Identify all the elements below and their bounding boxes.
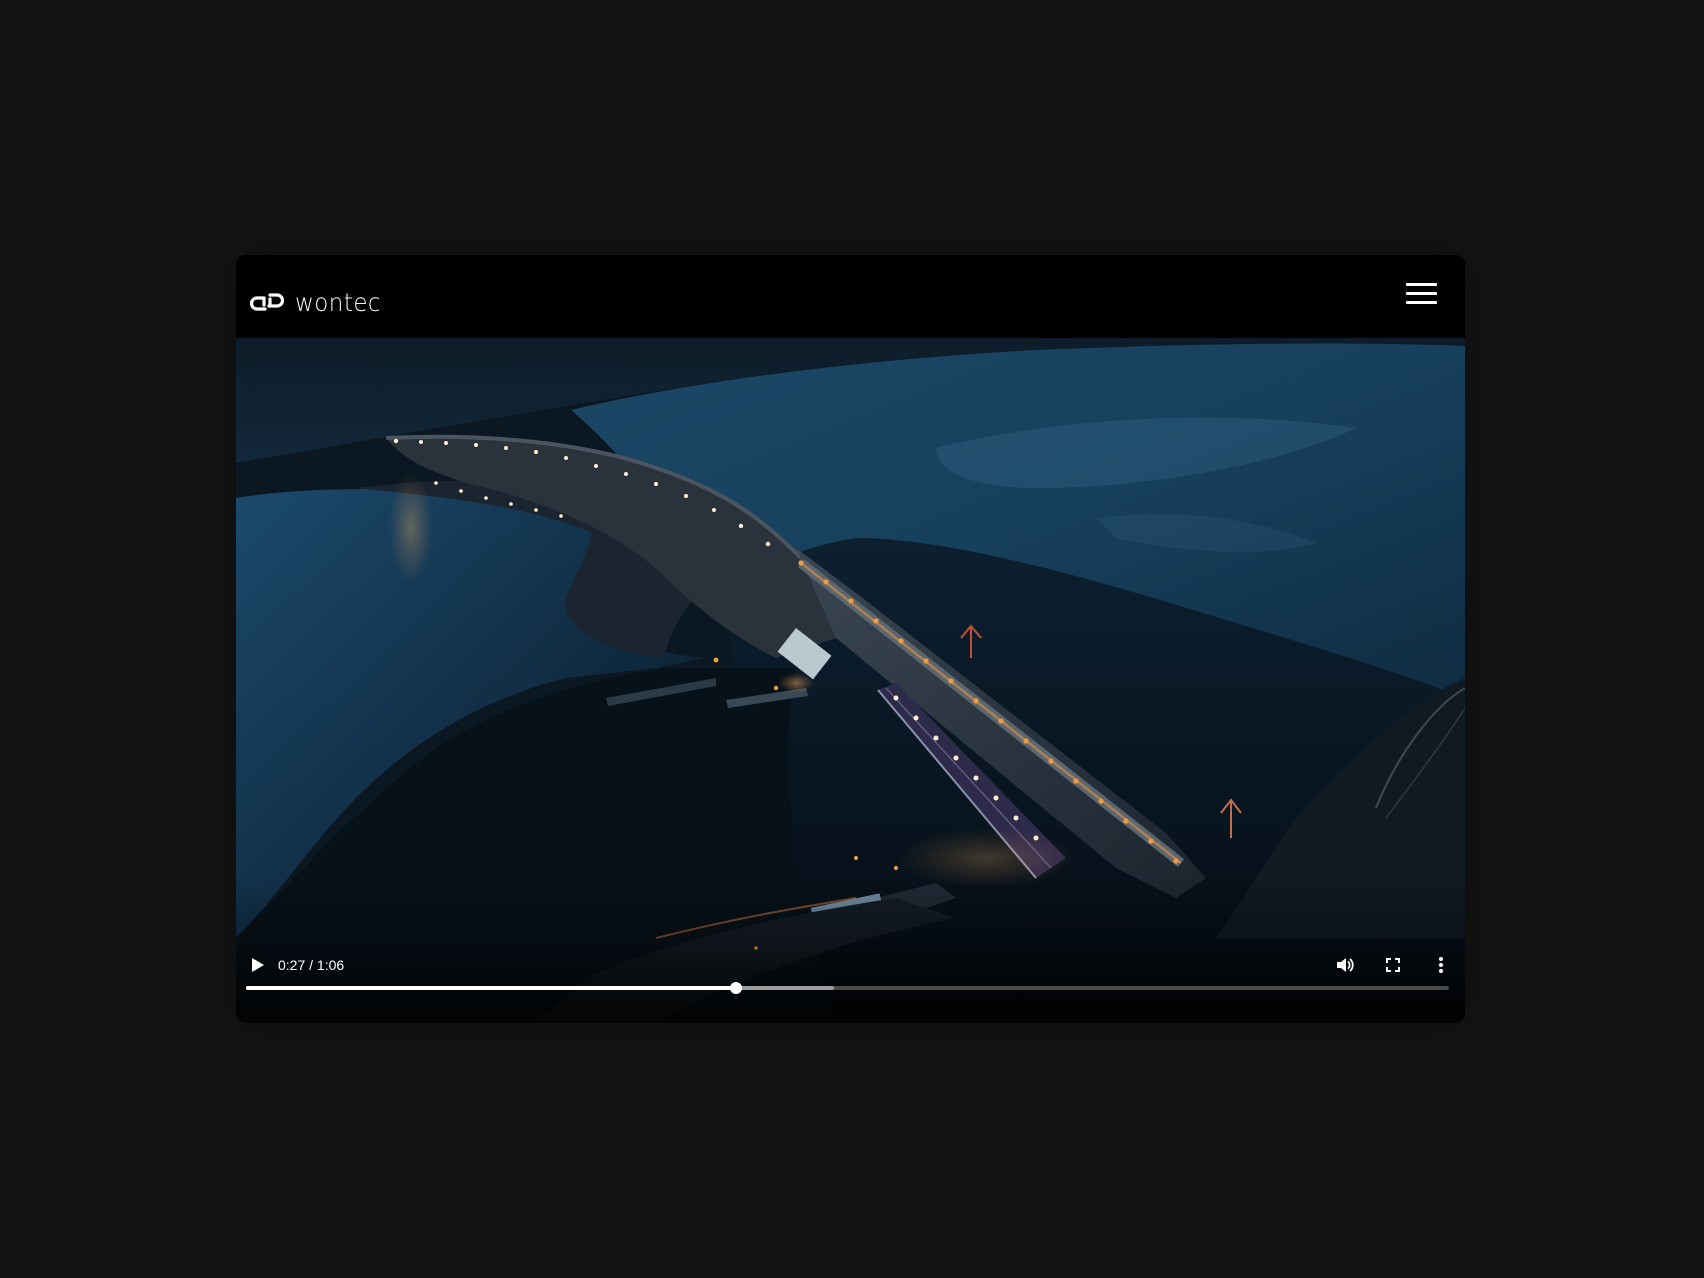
more-options-icon[interactable] [1430,954,1452,976]
hamburger-menu-icon[interactable] [1406,281,1437,307]
time-separator: / [305,957,317,973]
duration: 1:06 [316,957,345,973]
video-player[interactable]: 0:27 / 1:06 [236,338,1465,1023]
chain-link-logo-icon [249,293,285,311]
brand-logo[interactable]: wontec [248,282,389,322]
site-header: wontec [236,255,1465,338]
fullscreen-icon[interactable] [1382,954,1404,976]
play-icon[interactable] [246,954,268,976]
progress-bar[interactable] [246,982,1449,994]
dam-video-frame [236,338,1465,1023]
brand-name: wontec [295,287,382,317]
progress-thumb[interactable] [729,982,742,994]
progress-played [246,986,736,990]
time-display: 0:27 / 1:06 [278,957,344,973]
video-card: wontec 0:27 / 1:06 [236,255,1465,1023]
current-time: 0:27 [278,957,306,973]
volume-icon[interactable] [1334,954,1356,976]
video-controls: 0:27 / 1:06 [236,943,1465,1023]
